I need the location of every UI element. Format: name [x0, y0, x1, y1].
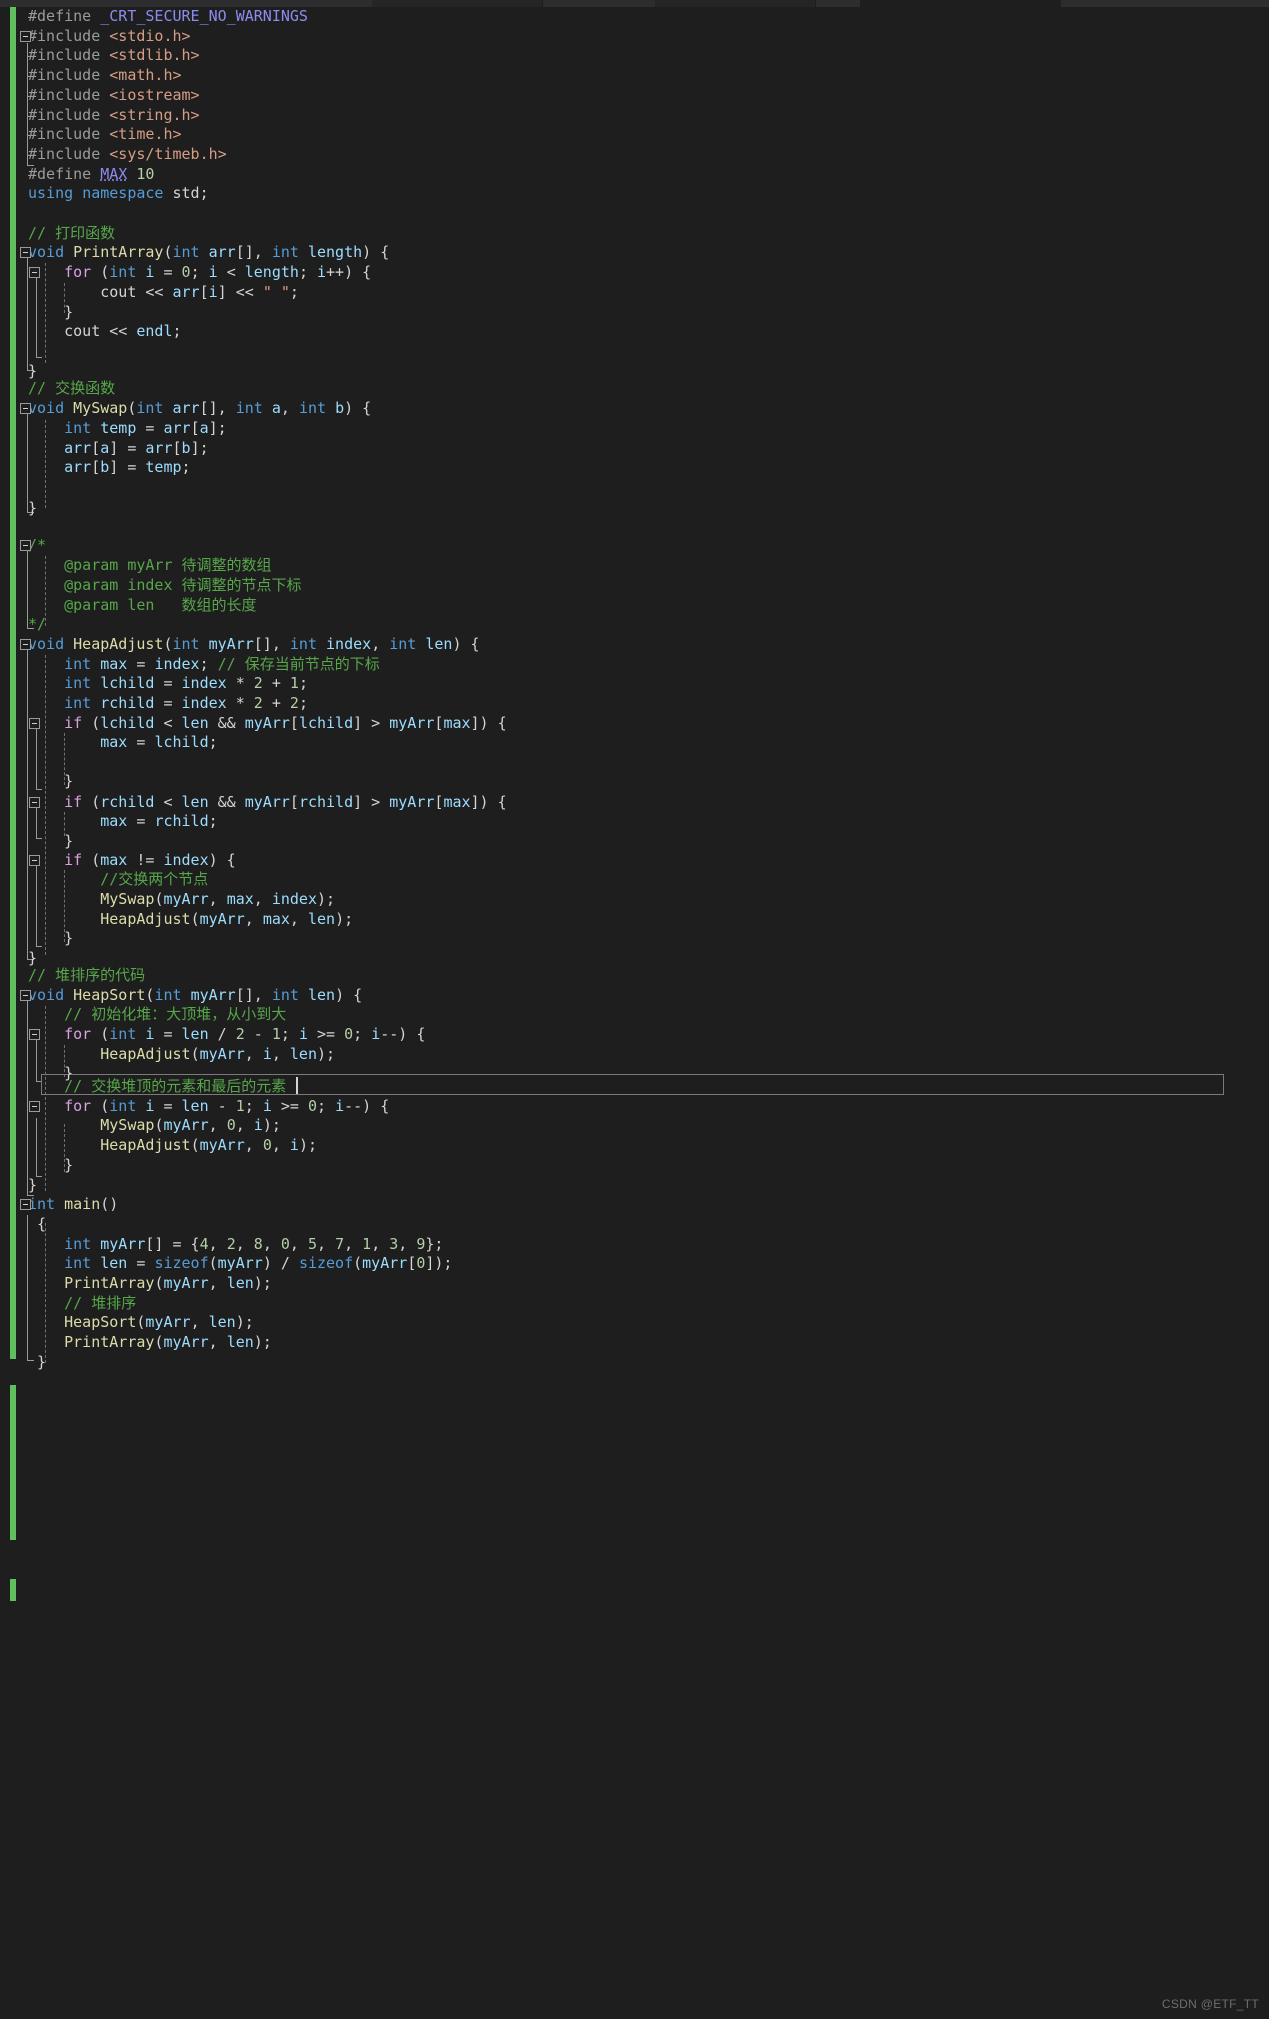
- code-line[interactable]: for (int i = len - 1; i >= 0; i--) {: [0, 1097, 389, 1117]
- code-line[interactable]: int main(): [0, 1195, 118, 1215]
- code-line[interactable]: [0, 204, 28, 224]
- code-line[interactable]: void HeapSort(int myArr[], int len) {: [0, 986, 362, 1006]
- fold-rail-foot: [36, 357, 42, 358]
- tab-segment-2[interactable]: [655, 0, 816, 7]
- code-line[interactable]: HeapSort(myArr, len);: [0, 1313, 254, 1333]
- code-line[interactable]: // 堆排序: [0, 1294, 136, 1314]
- fold-toggle-icon[interactable]: [29, 854, 40, 866]
- code-line[interactable]: arr[b] = temp;: [0, 458, 190, 478]
- code-line[interactable]: // 打印函数: [0, 224, 115, 244]
- code-line[interactable]: [0, 478, 28, 498]
- code-line[interactable]: void HeapAdjust(int myArr[], int index, …: [0, 635, 480, 655]
- code-line[interactable]: void PrintArray(int arr[], int length) {: [0, 243, 389, 263]
- code-line[interactable]: #include <stdio.h>: [0, 27, 191, 47]
- block-caret-indicator: [10, 1579, 16, 1601]
- code-line[interactable]: }: [0, 1156, 73, 1176]
- code-line[interactable]: //交换两个节点: [0, 870, 208, 890]
- text-caret: [296, 1077, 298, 1094]
- code-line[interactable]: cout << endl;: [0, 322, 181, 342]
- code-line[interactable]: max = rchild;: [0, 812, 217, 832]
- code-line[interactable]: arr[a] = arr[b];: [0, 439, 209, 459]
- code-line[interactable]: cout << arr[i] << " ";: [0, 283, 299, 303]
- fold-toggle-icon[interactable]: [29, 1100, 40, 1112]
- code-line[interactable]: @param myArr 待调整的数组: [0, 556, 271, 576]
- code-line[interactable]: MySwap(myArr, max, index);: [0, 890, 335, 910]
- code-line[interactable]: int len = sizeof(myArr) / sizeof(myArr[0…: [0, 1254, 452, 1274]
- code-line current[interactable]: // 交换堆顶的元素和最后的元素: [0, 1077, 286, 1097]
- code-line[interactable]: @param index 待调整的节点下标: [0, 576, 301, 596]
- code-line[interactable]: }: [0, 1176, 37, 1196]
- code-line[interactable]: if (rchild < len && myArr[rchild] > myAr…: [0, 793, 507, 813]
- code-line[interactable]: // 堆排序的代码: [0, 966, 145, 986]
- code-line[interactable]: PrintArray(myArr, len);: [0, 1274, 272, 1294]
- code-line[interactable]: #include <iostream>: [0, 86, 200, 106]
- code-line[interactable]: [0, 753, 28, 773]
- code-line[interactable]: for (int i = len / 2 - 1; i >= 0; i--) {: [0, 1025, 425, 1045]
- code-line[interactable]: MySwap(myArr, 0, i);: [0, 1116, 281, 1136]
- fold-toggle-icon[interactable]: [29, 267, 40, 279]
- code-line[interactable]: int max = index; // 保存当前节点的下标: [0, 655, 380, 675]
- fold-toggle-icon[interactable]: [29, 1028, 40, 1040]
- code-line[interactable]: @param len 数组的长度: [0, 596, 256, 616]
- change-bar-main-block: [10, 1385, 16, 1540]
- code-line[interactable]: #include <time.h>: [0, 125, 182, 145]
- code-line[interactable]: using namespace std;: [0, 184, 209, 204]
- fold-toggle-icon[interactable]: [29, 717, 40, 729]
- code-line[interactable]: [0, 342, 28, 362]
- code-line[interactable]: }: [0, 772, 73, 792]
- code-line[interactable]: // 交换函数: [0, 379, 115, 399]
- code-line[interactable]: #include <sys/timeb.h>: [0, 145, 227, 165]
- fold-toggle-icon[interactable]: [20, 403, 31, 415]
- fold-toggle-icon[interactable]: [20, 247, 31, 259]
- code-line[interactable]: int rchild = index * 2 + 2;: [0, 694, 308, 714]
- code-line[interactable]: int temp = arr[a];: [0, 419, 227, 439]
- fold-toggle-icon[interactable]: [20, 989, 31, 1001]
- tab-segment-1[interactable]: [372, 0, 543, 7]
- code-line[interactable]: if (lchild < len && myArr[lchild] > myAr…: [0, 714, 507, 734]
- window-tab-bar-sliver: [0, 0, 1269, 7]
- fold-toggle-icon[interactable]: [20, 30, 31, 42]
- code-line[interactable]: }: [0, 1353, 46, 1373]
- code-line[interactable]: for (int i = 0; i < length; i++) {: [0, 263, 371, 283]
- csdn-watermark: CSDN @ETF_TT: [1161, 1997, 1259, 2011]
- code-line[interactable]: {: [0, 1215, 46, 1235]
- code-line[interactable]: #include <stdlib.h>: [0, 46, 200, 66]
- code-line[interactable]: #include <string.h>: [0, 106, 200, 126]
- code-line[interactable]: PrintArray(myArr, len);: [0, 1333, 272, 1353]
- code-line[interactable]: }: [0, 303, 73, 323]
- code-line[interactable]: }: [0, 499, 37, 519]
- code-line[interactable]: #define MAX 10: [0, 165, 154, 185]
- code-line[interactable]: if (max != index) {: [0, 851, 236, 871]
- code-line[interactable]: HeapAdjust(myArr, i, len);: [0, 1045, 335, 1065]
- code-line[interactable]: }: [0, 832, 73, 852]
- code-line[interactable]: HeapAdjust(myArr, max, len);: [0, 910, 353, 930]
- code-line[interactable]: int myArr[] = {4, 2, 8, 0, 5, 7, 1, 3, 9…: [0, 1235, 443, 1255]
- tab-segment-3[interactable]: [860, 0, 1061, 7]
- fold-toggle-icon[interactable]: [20, 1199, 31, 1211]
- code-line[interactable]: max = lchild;: [0, 733, 217, 753]
- fold-toggle-icon[interactable]: [29, 796, 40, 808]
- code-line[interactable]: }: [0, 929, 73, 949]
- code-editor[interactable]: #define _CRT_SECURE_NO_WARNINGS #include…: [0, 7, 1269, 2019]
- code-line[interactable]: HeapAdjust(myArr, 0, i);: [0, 1136, 317, 1156]
- fold-toggle-icon[interactable]: [20, 540, 31, 552]
- fold-toggle-icon[interactable]: [20, 638, 31, 650]
- code-line[interactable]: void MySwap(int arr[], int a, int b) {: [0, 399, 371, 419]
- code-line[interactable]: // 初始化堆：大顶堆，从小到大: [0, 1005, 286, 1025]
- code-line[interactable]: /*: [0, 536, 46, 556]
- code-line[interactable]: */: [0, 615, 46, 635]
- code-line[interactable]: #define _CRT_SECURE_NO_WARNINGS: [0, 7, 308, 27]
- code-line[interactable]: #include <math.h>: [0, 66, 182, 86]
- code-line[interactable]: int lchild = index * 2 + 1;: [0, 674, 308, 694]
